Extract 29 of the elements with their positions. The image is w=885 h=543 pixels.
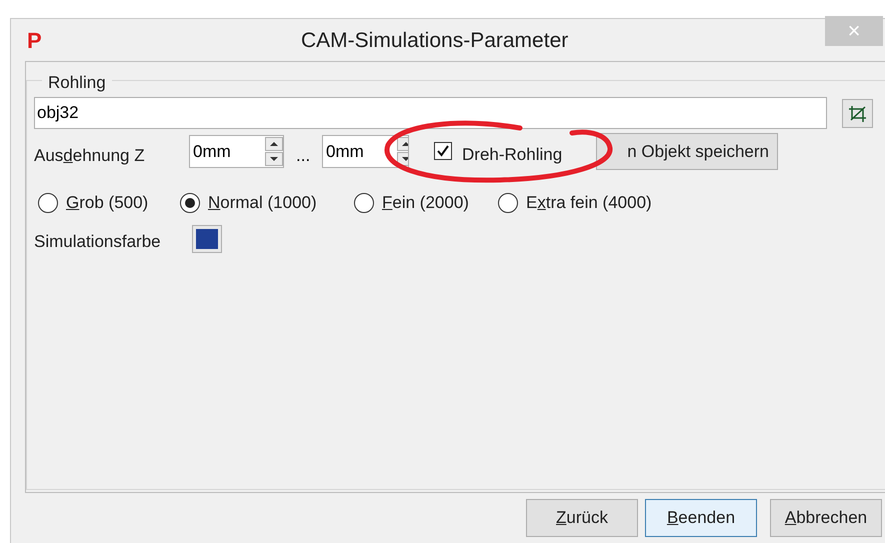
- spin-arrows-icon: [265, 137, 283, 166]
- input-field[interactable]: obj32: [34, 97, 827, 129]
- save-to-object-button[interactable]: n Objekt speichern: [596, 133, 778, 170]
- spin-value: 0mm: [325, 140, 365, 163]
- checkbox[interactable]: [434, 142, 452, 160]
- radio-button[interactable]: [498, 192, 518, 213]
- checkbox-label: Dreh-Rohling: [462, 144, 562, 166]
- spin-field[interactable]: 0mm: [189, 135, 284, 168]
- crop-icon: [848, 104, 868, 124]
- radio-label: Extra fein (4000): [526, 192, 652, 214]
- color-swatch[interactable]: [192, 225, 222, 253]
- radio-button[interactable]: [180, 192, 200, 213]
- dialog-button[interactable]: Beenden: [645, 499, 757, 537]
- spin-field[interactable]: 0mm: [322, 135, 409, 168]
- field-label: Simulationsfarbe: [34, 231, 161, 253]
- range-separator: ...: [296, 145, 310, 167]
- spin-value: 0mm: [192, 140, 232, 163]
- window-title: CAM-Simulations-Parameter: [301, 28, 568, 54]
- dialog-button[interactable]: Abbrechen: [770, 499, 882, 537]
- app-logo: P: [27, 26, 42, 54]
- radio-button[interactable]: [354, 192, 374, 213]
- radio-label: Grob (500): [66, 192, 148, 214]
- crop-tool-button[interactable]: [842, 99, 873, 128]
- radio-label: Normal (1000): [208, 192, 317, 214]
- radio-label: Fein (2000): [382, 192, 469, 214]
- spin-arrows-icon: [397, 137, 408, 166]
- field-label: Ausdehnung Z: [34, 145, 145, 167]
- dialog-button[interactable]: Zurück: [526, 499, 638, 537]
- radio-button[interactable]: [38, 192, 58, 213]
